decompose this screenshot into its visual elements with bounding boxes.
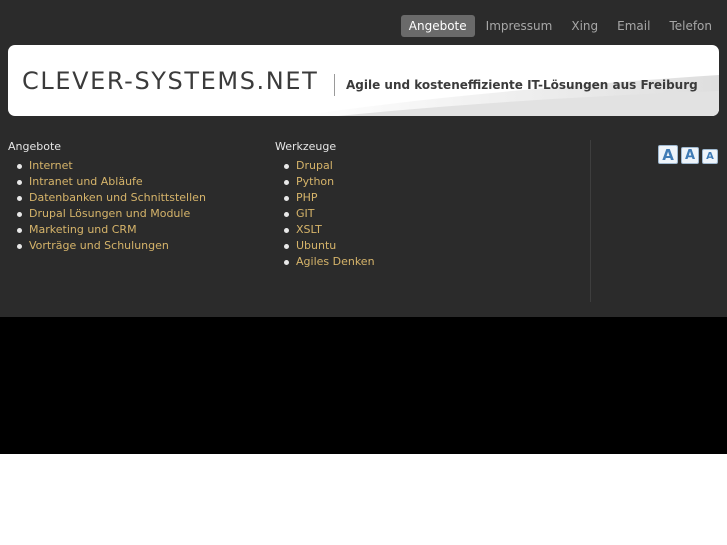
- werkzeuge-link-agiles-denken[interactable]: Agiles Denken: [296, 255, 375, 268]
- list-item: GIT: [275, 206, 375, 222]
- content-band: [0, 317, 727, 454]
- list-item: XSLT: [275, 222, 375, 238]
- angebote-list: Internet Intranet und Abläufe Datenbanke…: [8, 158, 206, 254]
- list-item: Marketing und CRM: [8, 222, 206, 238]
- werkzeuge-link-xslt[interactable]: XSLT: [296, 223, 322, 236]
- nav-xing[interactable]: Xing: [563, 15, 606, 37]
- werkzeuge-heading: Werkzeuge: [275, 140, 337, 153]
- werkzeuge-link-python[interactable]: Python: [296, 175, 334, 188]
- list-item: Intranet und Abläufe: [8, 174, 206, 190]
- list-item: Drupal Lösungen und Module: [8, 206, 206, 222]
- list-item: Agiles Denken: [275, 254, 375, 270]
- werkzeuge-link-git[interactable]: GIT: [296, 207, 315, 220]
- nav-email[interactable]: Email: [609, 15, 658, 37]
- angebote-link-vortraege[interactable]: Vorträge und Schulungen: [29, 239, 169, 252]
- font-size-large-icon[interactable]: A: [658, 145, 678, 164]
- werkzeuge-list: Drupal Python PHP GIT XSLT Ubuntu Agiles…: [275, 158, 375, 270]
- top-navigation: Angebote Impressum Xing Email Telefon: [398, 15, 720, 37]
- site-logo-text[interactable]: CLEVER-SYSTEMS.NET: [22, 67, 318, 95]
- list-item: Internet: [8, 158, 206, 174]
- angebote-link-drupal[interactable]: Drupal Lösungen und Module: [29, 207, 190, 220]
- font-size-controls: A A A: [658, 145, 718, 164]
- angebote-link-intranet[interactable]: Intranet und Abläufe: [29, 175, 143, 188]
- angebote-link-marketing[interactable]: Marketing und CRM: [29, 223, 137, 236]
- list-item: PHP: [275, 190, 375, 206]
- site-banner: CLEVER-SYSTEMS.NET Agile und kosteneffiz…: [8, 45, 719, 116]
- werkzeuge-link-drupal[interactable]: Drupal: [296, 159, 333, 172]
- werkzeuge-link-ubuntu[interactable]: Ubuntu: [296, 239, 336, 252]
- list-item: Drupal: [275, 158, 375, 174]
- list-item: Datenbanken und Schnittstellen: [8, 190, 206, 206]
- angebote-link-datenbanken[interactable]: Datenbanken und Schnittstellen: [29, 191, 206, 204]
- font-size-medium-icon[interactable]: A: [681, 147, 699, 164]
- font-size-small-icon[interactable]: A: [702, 149, 718, 164]
- list-item: Python: [275, 174, 375, 190]
- nav-angebote[interactable]: Angebote: [400, 15, 475, 37]
- column-divider: [590, 140, 591, 302]
- angebote-heading: Angebote: [8, 140, 62, 153]
- nav-impressum[interactable]: Impressum: [478, 15, 561, 37]
- site-tagline: Agile und kosteneffiziente IT-Lösungen a…: [346, 78, 698, 92]
- list-item: Vorträge und Schulungen: [8, 238, 206, 254]
- list-item: Ubuntu: [275, 238, 375, 254]
- angebote-link-internet[interactable]: Internet: [29, 159, 73, 172]
- banner-divider: [334, 74, 335, 96]
- werkzeuge-link-php[interactable]: PHP: [296, 191, 318, 204]
- nav-telefon[interactable]: Telefon: [661, 15, 720, 37]
